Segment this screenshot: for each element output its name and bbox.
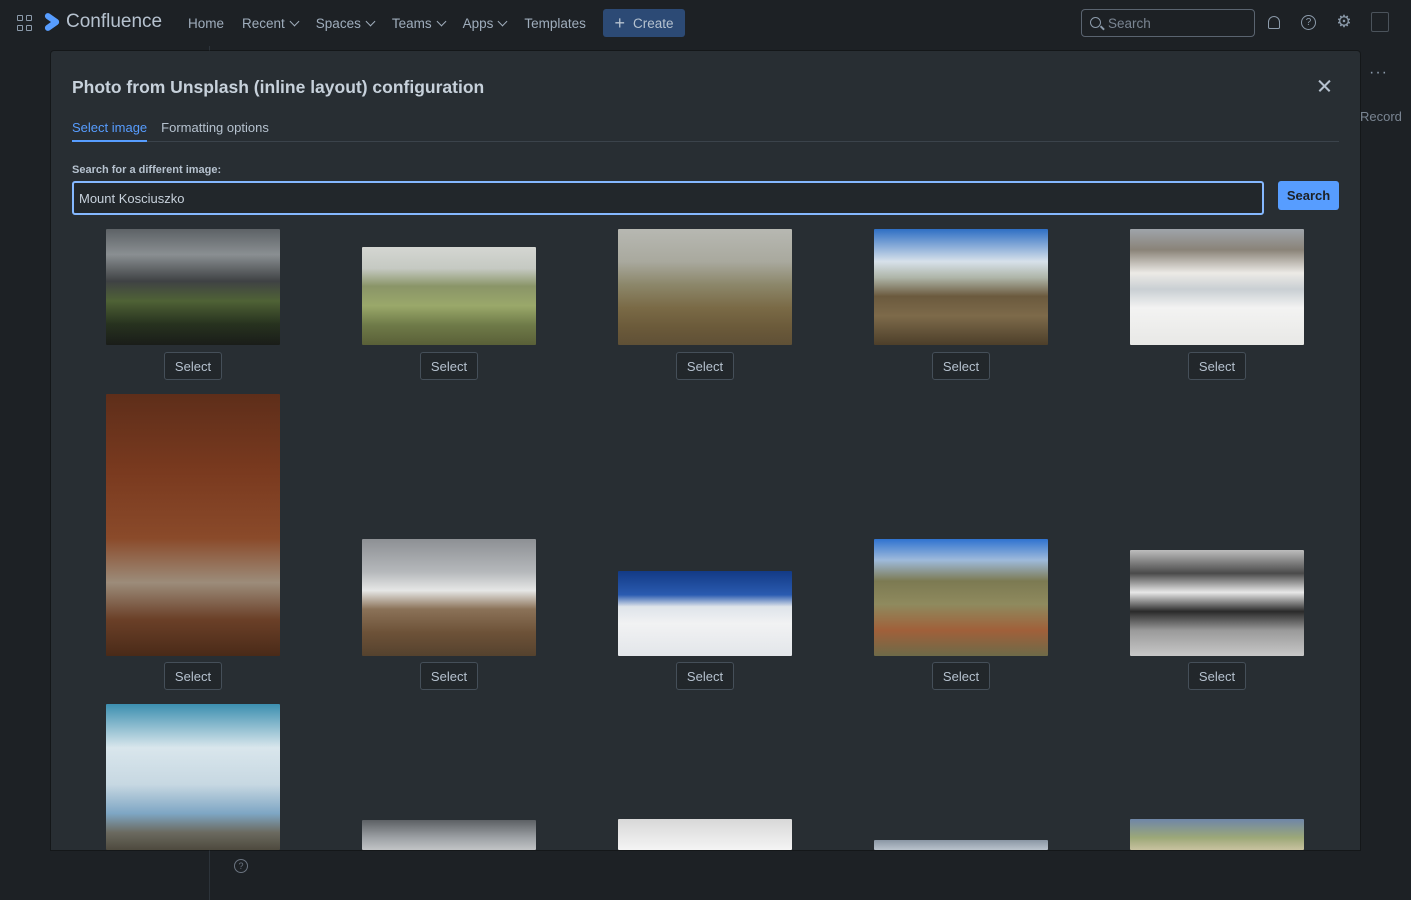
global-search-input[interactable]: Search bbox=[1081, 9, 1255, 37]
nav-templates-label: Templates bbox=[524, 15, 586, 31]
image-thumbnail[interactable] bbox=[618, 819, 792, 850]
image-thumbnail[interactable] bbox=[106, 229, 280, 345]
chevron-down-icon bbox=[497, 16, 508, 26]
image-search-input[interactable] bbox=[72, 181, 1264, 215]
select-image-button[interactable]: Select bbox=[164, 352, 222, 380]
image-thumbnail[interactable] bbox=[362, 820, 536, 850]
nav-recent-label: Recent bbox=[242, 15, 285, 31]
more-actions-icon[interactable]: ··· bbox=[1369, 64, 1388, 82]
nav-recent[interactable]: Recent bbox=[242, 15, 300, 31]
tab-select-image[interactable]: Select image bbox=[72, 120, 148, 142]
select-image-button[interactable]: Select bbox=[676, 352, 734, 380]
image-thumbnail[interactable] bbox=[106, 704, 280, 850]
select-image-button[interactable]: Select bbox=[1188, 662, 1246, 690]
search-label: Search for a different image: bbox=[72, 164, 222, 176]
unsplash-config-modal: Photo from Unsplash (inline layout) conf… bbox=[51, 51, 1360, 850]
image-thumbnail[interactable] bbox=[618, 229, 792, 345]
create-button[interactable]: + Create bbox=[603, 9, 685, 37]
image-thumbnail[interactable] bbox=[362, 539, 536, 656]
notifications-bell-icon[interactable] bbox=[1268, 16, 1280, 29]
top-navigation: Confluence Home Recent Spaces Teams Apps… bbox=[0, 0, 1411, 46]
settings-gear-icon[interactable]: ⚙ bbox=[1335, 12, 1353, 31]
search-placeholder: Search bbox=[1108, 15, 1151, 31]
image-thumbnail[interactable] bbox=[106, 394, 280, 656]
nav-teams-label: Teams bbox=[391, 15, 432, 31]
chevron-down-icon bbox=[365, 16, 376, 26]
image-thumbnail[interactable] bbox=[874, 539, 1048, 656]
nav-home-label: Home bbox=[188, 15, 225, 31]
nav-apps[interactable]: Apps bbox=[462, 15, 508, 31]
nav-templates[interactable]: Templates bbox=[524, 16, 586, 31]
select-image-button[interactable]: Select bbox=[932, 662, 990, 690]
close-icon[interactable] bbox=[1316, 77, 1334, 95]
image-thumbnail[interactable] bbox=[1130, 819, 1304, 850]
select-image-button[interactable]: Select bbox=[932, 352, 990, 380]
app-switcher-icon[interactable] bbox=[17, 15, 33, 31]
select-image-button[interactable]: Select bbox=[164, 662, 222, 690]
confluence-logo[interactable]: Confluence bbox=[44, 11, 162, 33]
page-help-icon[interactable]: ? bbox=[234, 859, 248, 873]
image-thumbnail[interactable] bbox=[362, 247, 536, 345]
image-thumbnail[interactable] bbox=[1130, 229, 1304, 345]
tab-formatting-options[interactable]: Formatting options bbox=[161, 120, 269, 142]
record-button[interactable]: Record bbox=[1360, 109, 1402, 124]
help-icon[interactable]: ? bbox=[1301, 15, 1316, 30]
plus-icon: + bbox=[614, 13, 625, 33]
chevron-down-icon bbox=[289, 16, 300, 26]
create-label: Create bbox=[632, 15, 674, 31]
nav-menu: Home Recent Spaces Teams Apps Templates bbox=[188, 0, 586, 46]
nav-apps-label: Apps bbox=[462, 15, 494, 31]
logo-text: Confluence bbox=[66, 11, 163, 32]
select-image-button[interactable]: Select bbox=[1188, 352, 1246, 380]
search-icon bbox=[1090, 17, 1101, 28]
confluence-logo-icon bbox=[44, 14, 60, 30]
nav-spaces[interactable]: Spaces bbox=[315, 15, 376, 31]
select-image-button[interactable]: Select bbox=[420, 662, 478, 690]
image-thumbnail[interactable] bbox=[618, 571, 792, 656]
chevron-down-icon bbox=[436, 16, 447, 26]
select-image-button[interactable]: Select bbox=[420, 352, 478, 380]
select-image-button[interactable]: Select bbox=[676, 662, 734, 690]
image-thumbnail[interactable] bbox=[874, 840, 1048, 850]
modal-tabs: Select image Formatting options bbox=[72, 120, 1339, 142]
nav-teams[interactable]: Teams bbox=[391, 15, 447, 31]
avatar[interactable] bbox=[1371, 12, 1389, 32]
image-thumbnail[interactable] bbox=[874, 229, 1048, 345]
image-thumbnail[interactable] bbox=[1130, 550, 1304, 656]
nav-spaces-label: Spaces bbox=[315, 15, 361, 31]
nav-home[interactable]: Home bbox=[188, 16, 224, 31]
modal-title: Photo from Unsplash (inline layout) conf… bbox=[72, 77, 485, 97]
search-button[interactable]: Search bbox=[1278, 181, 1339, 210]
